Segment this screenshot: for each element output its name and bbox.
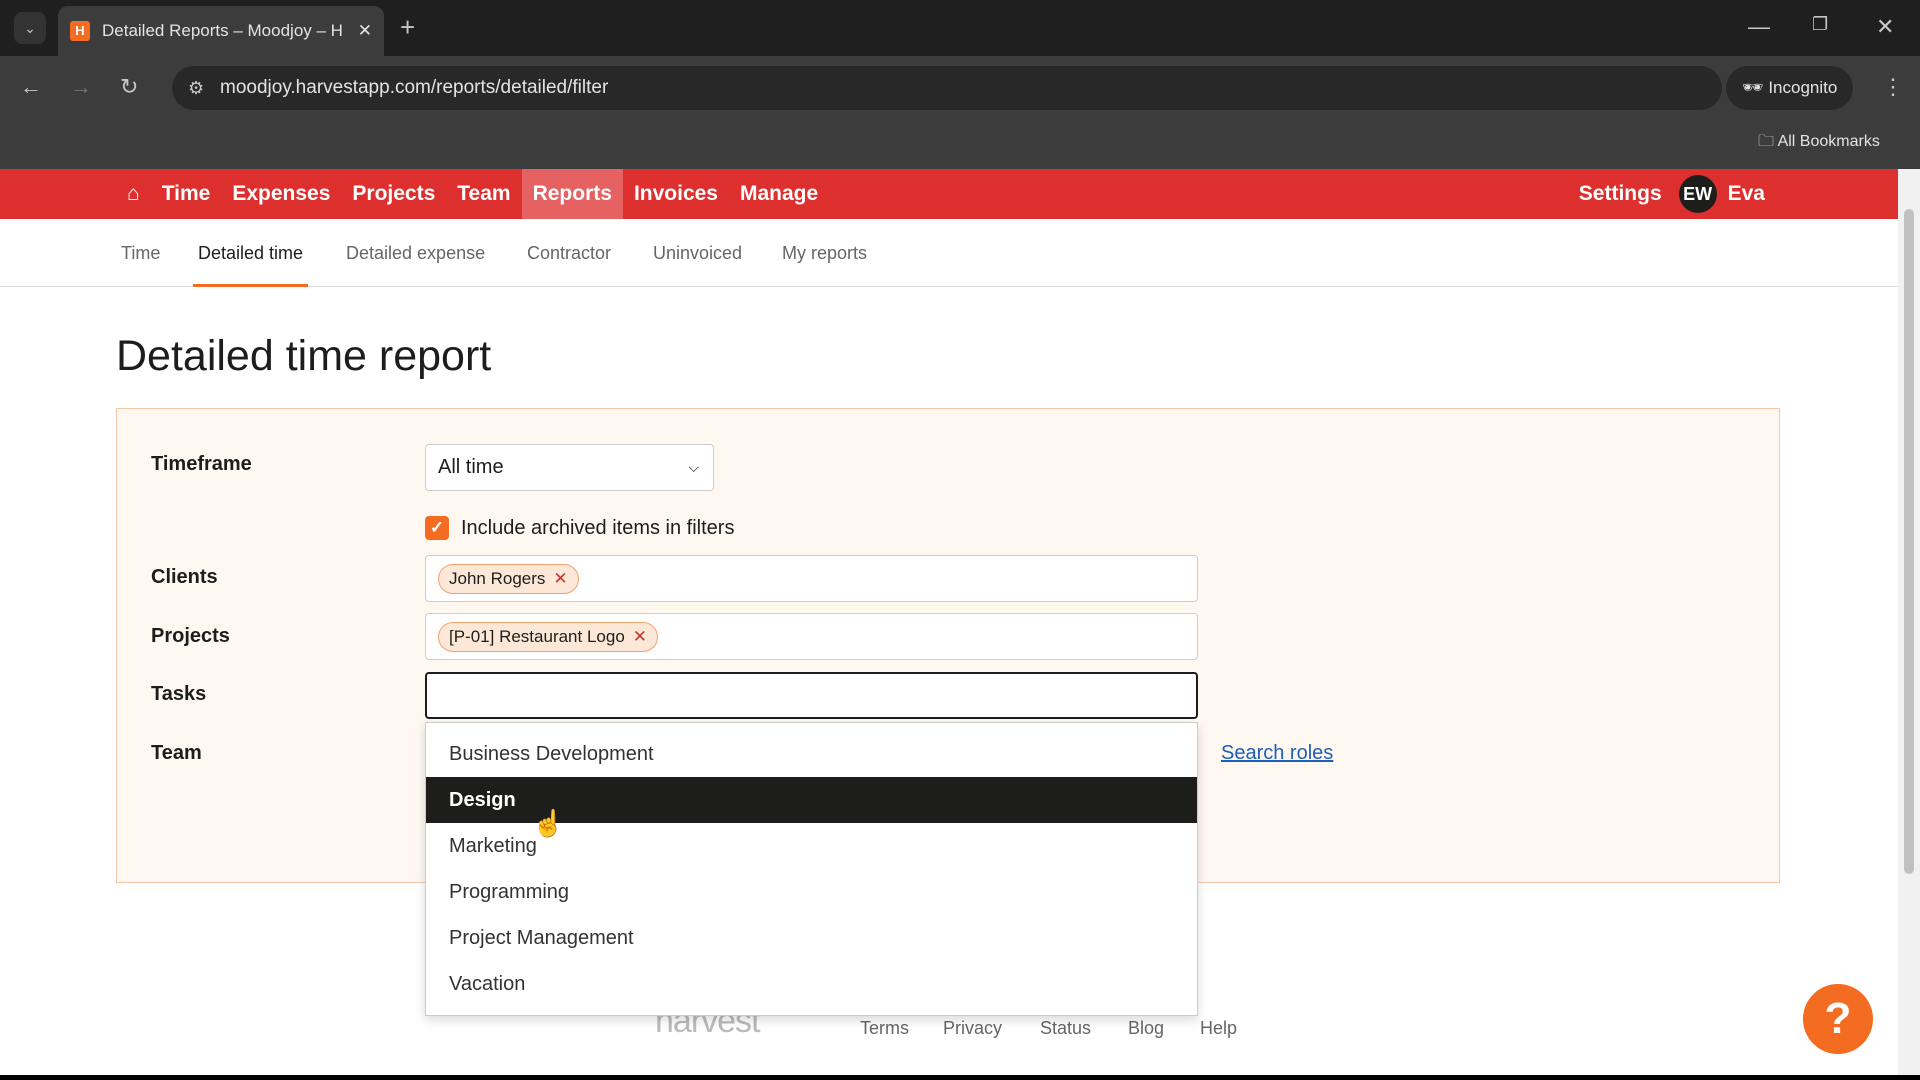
restore-icon[interactable]: ❐: [1812, 14, 1828, 35]
nav-expenses[interactable]: Expenses: [221, 169, 341, 219]
reports-subnav: Time Detailed time Detailed expense Cont…: [0, 219, 1898, 287]
browser-tab[interactable]: H Detailed Reports – Moodjoy – H ✕: [58, 6, 384, 56]
dropdown-option[interactable]: Business Development: [426, 731, 1197, 777]
subnav-uninvoiced[interactable]: Uninvoiced: [653, 219, 742, 287]
page-title: Detailed time report: [116, 332, 492, 380]
close-tab-icon[interactable]: ✕: [358, 21, 372, 41]
chevron-down-icon: ⌵: [688, 459, 699, 475]
bookmarks-label: All Bookmarks: [1777, 133, 1880, 150]
help-button[interactable]: ?: [1803, 984, 1873, 1054]
nav-settings[interactable]: Settings: [1568, 169, 1673, 219]
tab-title: Detailed Reports – Moodjoy – H: [102, 21, 343, 40]
dropdown-option[interactable]: Project Management: [426, 915, 1197, 961]
timeframe-value: All time: [438, 456, 504, 478]
tasks-label: Tasks: [151, 683, 207, 705]
scrollbar[interactable]: [1898, 169, 1920, 1075]
chip-label: John Rogers: [449, 568, 546, 588]
harvest-favicon-icon: H: [70, 21, 90, 41]
url-text: moodjoy.harvestapp.com/reports/detailed/…: [220, 77, 609, 98]
remove-chip-icon[interactable]: ✕: [633, 627, 647, 647]
folder-icon: 🗀: [1758, 133, 1778, 150]
main-nav: ⌂ Time Expenses Projects Team Reports In…: [0, 169, 1898, 219]
incognito-label: Incognito: [1768, 78, 1838, 97]
minimize-icon[interactable]: —: [1748, 14, 1770, 40]
dropdown-option[interactable]: Programming: [426, 869, 1197, 915]
clients-input[interactable]: John Rogers ✕: [425, 555, 1198, 602]
footer-blog[interactable]: Blog: [1128, 1018, 1164, 1039]
browser-tab-bar: ⌄ H Detailed Reports – Moodjoy – H ✕ + —…: [0, 0, 1920, 56]
footer-terms[interactable]: Terms: [860, 1018, 909, 1039]
tab-search-icon[interactable]: ⌄: [14, 12, 46, 44]
new-tab-icon[interactable]: +: [400, 12, 415, 43]
close-window-icon[interactable]: ✕: [1876, 14, 1894, 40]
tasks-input[interactable]: [425, 672, 1198, 719]
subnav-contractor[interactable]: Contractor: [527, 219, 611, 287]
home-icon[interactable]: ⌂: [116, 169, 151, 219]
avatar[interactable]: EW: [1678, 175, 1717, 213]
bottom-edge: [0, 1075, 1920, 1080]
remove-chip-icon[interactable]: ✕: [553, 569, 567, 589]
incognito-badge[interactable]: 🕶 Incognito: [1726, 66, 1854, 110]
menu-icon[interactable]: ⋮: [1882, 74, 1904, 100]
user-name[interactable]: Eva: [1717, 169, 1776, 219]
reload-icon[interactable]: ↻: [120, 74, 138, 100]
nav-manage[interactable]: Manage: [729, 169, 829, 219]
clients-label: Clients: [151, 566, 218, 588]
projects-input[interactable]: [P-01] Restaurant Logo ✕: [425, 613, 1198, 660]
nav-time[interactable]: Time: [151, 169, 222, 219]
subnav-detailed-expense[interactable]: Detailed expense: [346, 219, 485, 287]
address-bar[interactable]: ⚙ moodjoy.harvestapp.com/reports/detaile…: [172, 66, 1722, 110]
forward-icon[interactable]: →: [70, 74, 92, 100]
team-label: Team: [151, 742, 202, 764]
footer-status[interactable]: Status: [1040, 1018, 1091, 1039]
back-icon[interactable]: ←: [20, 74, 42, 100]
subnav-detailed-time[interactable]: Detailed time: [193, 219, 309, 287]
scrollbar-thumb[interactable]: [1904, 209, 1914, 874]
nav-invoices[interactable]: Invoices: [623, 169, 729, 219]
project-chip: [P-01] Restaurant Logo ✕: [438, 621, 659, 652]
nav-reports[interactable]: Reports: [521, 169, 623, 219]
projects-label: Projects: [151, 625, 230, 647]
archived-checkbox[interactable]: ✓: [425, 516, 449, 540]
site-info-icon[interactable]: ⚙: [188, 66, 204, 110]
search-roles-link[interactable]: Search roles: [1221, 742, 1333, 765]
all-bookmarks[interactable]: 🗀 All Bookmarks: [1758, 130, 1880, 157]
timeframe-label: Timeframe: [151, 453, 252, 475]
client-chip: John Rogers ✕: [438, 563, 579, 594]
tasks-dropdown: Business Development Design Marketing Pr…: [425, 722, 1198, 1016]
archived-checkbox-row: ✓ Include archived items in filters: [425, 516, 734, 540]
nav-team[interactable]: Team: [446, 169, 521, 219]
timeframe-select[interactable]: All time ⌵: [425, 444, 714, 491]
subnav-time[interactable]: Time: [121, 219, 160, 287]
hand-cursor-icon: ☝: [532, 808, 565, 838]
incognito-icon: 🕶: [1742, 78, 1769, 97]
subnav-my-reports[interactable]: My reports: [782, 219, 867, 287]
chip-label: [P-01] Restaurant Logo: [449, 626, 625, 646]
nav-projects[interactable]: Projects: [341, 169, 446, 219]
dropdown-option[interactable]: Vacation: [426, 961, 1197, 1007]
footer-help[interactable]: Help: [1200, 1018, 1237, 1039]
archived-label: Include archived items in filters: [461, 516, 735, 539]
footer-privacy[interactable]: Privacy: [943, 1018, 1002, 1039]
